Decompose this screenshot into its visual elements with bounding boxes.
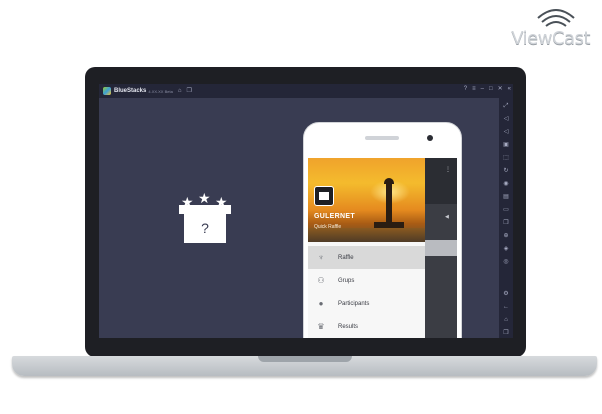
app-version: 4.XX.XX Beta	[148, 88, 173, 94]
bluestacks-window: BlueStacks 4.XX.XX Beta ⌂ ❐ ? ≡ – □ ✕ « …	[99, 84, 513, 338]
sea-image	[308, 228, 425, 242]
menu-item-label: Participants	[338, 300, 370, 307]
menu-icon[interactable]: ≡	[472, 86, 476, 92]
volume-down-icon[interactable]: ◁	[502, 128, 510, 136]
layers-icon[interactable]: ◈	[502, 245, 510, 253]
back-icon[interactable]: ←	[502, 303, 510, 311]
close-icon[interactable]: ✕	[498, 86, 503, 92]
maiden-tower-image	[386, 182, 392, 226]
raffle-icon: ♆	[318, 252, 324, 262]
app-title: BlueStacks	[114, 88, 147, 94]
navigation-drawer: GULERNET Quick Raffle ♆ Raffle ⚇ Grups ●…	[308, 158, 425, 338]
fullscreen-icon[interactable]: ⤢	[502, 102, 510, 110]
drawer-header: GULERNET Quick Raffle	[308, 158, 425, 242]
menu-item-results[interactable]: ♛ Results	[308, 315, 425, 338]
phone-mockup: ⋮ ◀ GULERNET Quick Raffle ♆ Raffle ⚇ Gru…	[303, 122, 462, 338]
placeholder-gift-icon: ★ ★ ★ ?	[179, 190, 231, 243]
collapse-icon[interactable]: «	[508, 86, 511, 92]
recent-apps-icon[interactable]: ❐	[502, 329, 510, 337]
phone-speaker	[365, 136, 399, 140]
viewcast-logo: ViewCast	[511, 28, 590, 49]
volume-up-icon[interactable]: ◁	[502, 115, 510, 123]
menu-item-label: Results	[338, 323, 359, 330]
person-icon: ●	[318, 298, 324, 308]
menu-item-grups[interactable]: ⚇ Grups	[308, 269, 425, 292]
app-logo-icon	[314, 186, 334, 206]
home-icon[interactable]: ⌂	[502, 316, 510, 324]
restore-icon[interactable]: □	[489, 86, 493, 92]
menu-item-label: Grups	[338, 277, 355, 284]
play-icon[interactable]: ▣	[502, 141, 510, 149]
dropdown-arrow-icon[interactable]: ◀	[445, 214, 449, 220]
phone-camera-icon	[427, 135, 433, 141]
keyboard-icon[interactable]: ▤	[502, 193, 510, 201]
castle-icon	[319, 192, 329, 200]
minimize-icon[interactable]: –	[481, 86, 484, 92]
content-bar	[425, 240, 457, 256]
drawer-title: GULERNET	[314, 213, 355, 220]
titlebar: BlueStacks 4.XX.XX Beta ⌂ ❐ ? ≡ – □ ✕ «	[99, 84, 513, 98]
drawer-menu: ♆ Raffle ⚇ Grups ● Participants ♛ Result…	[308, 246, 425, 338]
camera-icon[interactable]: ◉	[502, 180, 510, 188]
menu-item-label: Raffle	[338, 254, 354, 261]
more-options-icon[interactable]: ⋮	[445, 166, 451, 173]
question-mark-icon: ?	[201, 220, 209, 236]
crown-icon: ♛	[317, 321, 325, 331]
help-icon[interactable]: ?	[464, 86, 467, 92]
group-icon: ⚇	[317, 275, 325, 285]
laptop-notch	[258, 356, 352, 362]
app-toolbar	[425, 158, 457, 204]
rotate-icon[interactable]: ↻	[502, 167, 510, 175]
menu-item-raffle[interactable]: ♆ Raffle	[308, 246, 425, 269]
bluestacks-sidebar: ⤢ ◁ ◁ ▣ ⬚ ↻ ◉ ▤ ▭ ❐ ⊕ ◈ ◎ ⚙ ← ⌂ ❐	[499, 98, 513, 338]
settings-icon[interactable]: ⚙	[502, 290, 510, 298]
sync-icon[interactable]: ◎	[502, 258, 510, 266]
screenshot-icon[interactable]: ⬚	[502, 154, 510, 162]
copy-icon[interactable]: ❐	[502, 219, 510, 227]
folder-icon[interactable]: ▭	[502, 206, 510, 214]
phone-screen: ⋮ ◀ GULERNET Quick Raffle ♆ Raffle ⚇ Gru…	[308, 158, 457, 338]
gamepad-icon[interactable]: ⊕	[502, 232, 510, 240]
bluestacks-logo-icon	[103, 87, 111, 95]
home-icon[interactable]: ⌂	[178, 88, 182, 94]
menu-item-participants[interactable]: ● Participants	[308, 292, 425, 315]
drawer-subtitle: Quick Raffle	[314, 224, 342, 230]
copy-icon[interactable]: ❐	[186, 88, 191, 94]
star-icon: ★	[198, 190, 211, 206]
